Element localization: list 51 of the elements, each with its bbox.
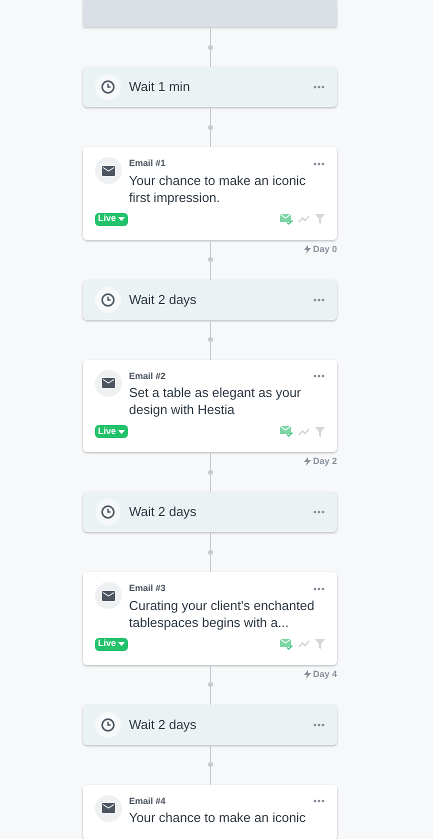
envelope-check-icon[interactable]	[280, 214, 293, 224]
wait-label: Wait 2 days	[129, 716, 198, 734]
envelope-check-icon[interactable]	[280, 638, 293, 650]
email-subject: Curating your client's enchanted tablespaces begins with a...	[129, 596, 316, 630]
day-text: Day 0	[312, 242, 337, 256]
day-text: Day 4	[312, 668, 337, 681]
email-subject: Your chance to make an iconic	[129, 809, 307, 826]
envelope-icon	[95, 370, 122, 396]
email-subject: Set a table as elegant as your design with Hestia	[129, 384, 302, 418]
envelope-icon	[95, 794, 122, 822]
more-options-icon[interactable]	[313, 586, 325, 591]
wait-label: Wait 1 min	[129, 78, 191, 96]
filter-icon[interactable]	[315, 214, 325, 224]
email-step-card[interactable]: Email #4 Your chance to make an iconic	[83, 784, 337, 839]
wait-step-card[interactable]: Wait 1 min	[83, 67, 337, 107]
filter-icon[interactable]	[315, 426, 325, 436]
trend-icon[interactable]	[298, 640, 310, 648]
email-label: Email #3	[129, 582, 166, 595]
clock-icon	[95, 286, 121, 312]
clock-icon	[95, 74, 121, 100]
clock-icon	[95, 712, 121, 738]
more-options-icon[interactable]	[313, 298, 325, 302]
more-options-icon[interactable]	[313, 510, 325, 514]
more-options-icon[interactable]	[313, 374, 325, 378]
email-step-card[interactable]: Email #2 Set a table as elegant as your design with Hestia Live	[83, 360, 337, 452]
wait-step-card[interactable]: Wait 2 days	[83, 492, 337, 532]
trend-icon[interactable]	[298, 215, 310, 223]
wait-step-card[interactable]: Wait 2 days	[83, 280, 337, 320]
lightning-icon	[304, 670, 311, 679]
email-label: Email #1	[129, 157, 166, 170]
email-label: Email #2	[129, 370, 166, 382]
email-step-card[interactable]: Email #1 Your chance to make an iconic first impression. Live	[83, 147, 337, 240]
trend-icon[interactable]	[298, 428, 310, 436]
more-options-icon[interactable]	[313, 85, 325, 89]
email-step-card[interactable]: Email #3 Curating your client's enchanted tablespaces begins with a... Live	[83, 572, 337, 664]
clock-icon	[95, 499, 121, 525]
lightning-icon	[304, 244, 311, 254]
more-options-icon[interactable]	[313, 162, 325, 166]
more-options-icon[interactable]	[313, 799, 325, 804]
lightning-icon	[304, 457, 311, 466]
day-text: Day 2	[312, 455, 337, 468]
email-label: Email #4	[129, 794, 166, 808]
envelope-icon	[95, 582, 122, 609]
email-subject: Your chance to make an iconic first impression.	[129, 172, 307, 206]
filter-icon[interactable]	[315, 639, 325, 649]
envelope-icon	[95, 157, 122, 184]
envelope-check-icon[interactable]	[280, 426, 293, 437]
wait-label: Wait 2 days	[129, 503, 198, 522]
wait-label: Wait 2 days	[129, 290, 198, 309]
wait-step-card[interactable]: Wait 2 days	[83, 704, 337, 744]
more-options-icon[interactable]	[313, 722, 325, 726]
